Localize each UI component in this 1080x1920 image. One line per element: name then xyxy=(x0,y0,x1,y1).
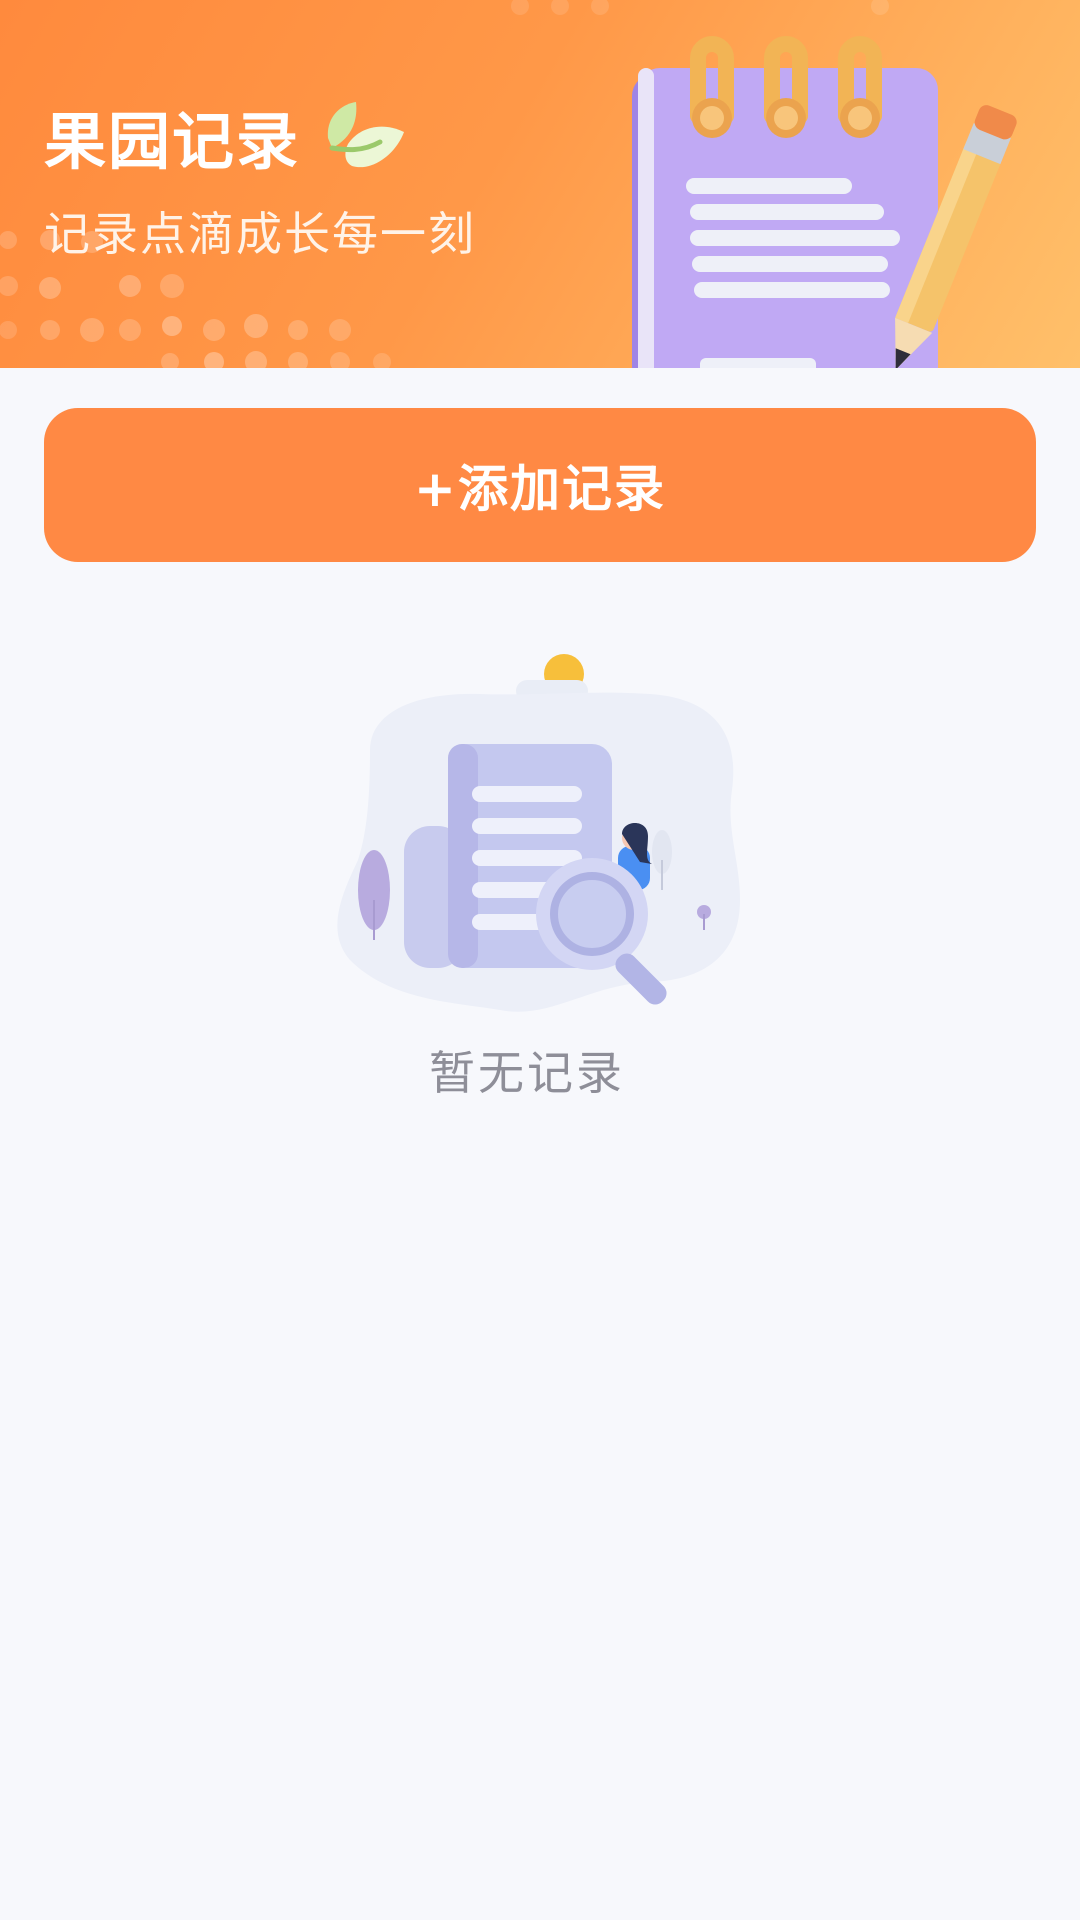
header-banner: 果园记录 记录点滴成长每一刻 xyxy=(0,0,1080,368)
notebook-pencil-illustration xyxy=(632,36,1017,368)
add-record-button[interactable]: +添加记录 xyxy=(44,408,1036,562)
empty-state-message: 暂无记录 xyxy=(429,1046,625,1100)
banner-title: 果园记录 xyxy=(44,105,301,178)
document-search-illustration xyxy=(337,654,740,1012)
banner-subtitle: 记录点滴成长每一刻 xyxy=(44,207,476,261)
leaf-icon xyxy=(327,102,404,168)
